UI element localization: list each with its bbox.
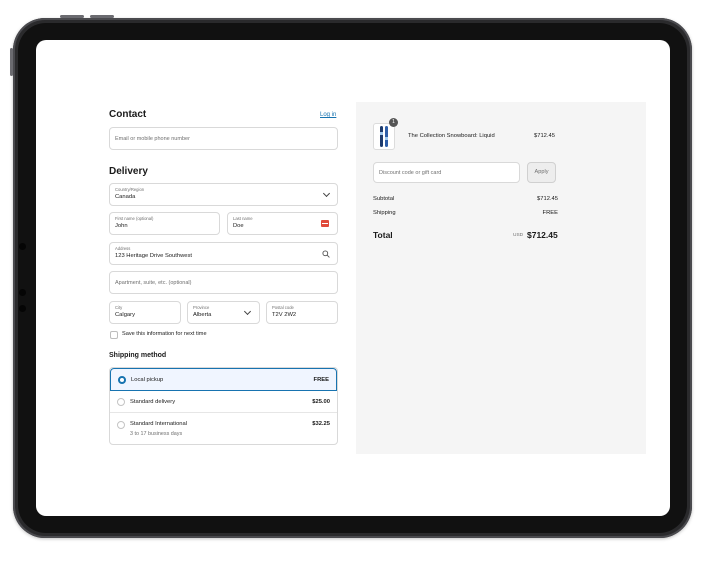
apartment-field[interactable]: Apartment, suite, etc. (optional) <box>109 271 338 294</box>
shipping-method-heading: Shipping method <box>109 352 167 359</box>
shipping-options: Local pickup FREE Standard delivery $25.… <box>109 367 338 445</box>
city-label: City <box>115 305 123 310</box>
product-thumbnail <box>373 123 395 150</box>
delivery-heading: Delivery <box>109 166 148 177</box>
order-summary-panel <box>356 102 646 454</box>
discount-placeholder: Discount code or gift card <box>379 170 442 176</box>
radio-icon[interactable] <box>117 398 125 406</box>
chevron-down-icon <box>243 307 252 316</box>
radio-icon[interactable] <box>117 421 125 429</box>
power-button <box>10 48 13 76</box>
subtotal-value: $712.45 <box>537 196 558 202</box>
first-name-field[interactable]: First name (optional) John <box>109 212 220 235</box>
shipping-option-price: $32.25 <box>312 421 330 427</box>
subtotal-label: Subtotal <box>373 196 395 202</box>
search-icon[interactable] <box>322 250 330 258</box>
address-label: Address <box>115 246 131 251</box>
sensor-icon <box>19 289 26 296</box>
postal-code-value: T2V 2W2 <box>272 312 297 318</box>
login-link[interactable]: Log in <box>320 112 336 118</box>
address-value: 123 Heritage Drive Southwest <box>115 253 193 259</box>
city-field[interactable]: City Calgary <box>109 301 181 324</box>
last-name-label: Last name <box>233 216 253 221</box>
shipping-label: Shipping <box>373 210 396 216</box>
province-label: Province <box>193 305 210 310</box>
checkout-screen: Contact Log in Email or mobile phone num… <box>36 40 670 516</box>
first-name-label: First name (optional) <box>115 216 154 221</box>
volume-button <box>60 15 84 18</box>
city-value: Calgary <box>115 312 135 318</box>
shipping-option-price: $25.00 <box>312 399 330 405</box>
chevron-down-icon <box>322 189 331 198</box>
save-info-checkbox[interactable] <box>110 331 118 339</box>
sensor-icon <box>19 305 26 312</box>
total-label: Total <box>373 230 393 240</box>
country-value: Canada <box>115 194 136 200</box>
country-label: Country/Region <box>115 187 145 192</box>
autofill-icon[interactable] <box>321 220 329 227</box>
total-value: $712.45 <box>527 230 558 240</box>
apartment-placeholder: Apartment, suite, etc. (optional) <box>115 280 192 286</box>
shipping-option-duration: 3 to 17 business days <box>130 431 183 437</box>
camera-icon <box>19 243 26 250</box>
discount-code-input[interactable]: Discount code or gift card <box>373 162 520 183</box>
last-name-value: Doe <box>233 223 244 229</box>
shipping-option-standard[interactable]: Standard delivery $25.00 <box>110 391 337 413</box>
apply-button[interactable]: Apply <box>527 162 556 183</box>
product-name: The Collection Snowboard: Liquid <box>408 133 495 139</box>
last-name-field[interactable]: Last name Doe <box>227 212 338 235</box>
email-field[interactable]: Email or mobile phone number <box>109 127 338 150</box>
radio-selected-icon[interactable] <box>118 376 126 384</box>
first-name-value: John <box>115 223 128 229</box>
postal-code-label: Postal code <box>272 305 294 310</box>
shipping-option-name: Standard delivery <box>130 399 176 405</box>
shipping-value: FREE <box>542 210 558 216</box>
address-field[interactable]: Address 123 Heritage Drive Southwest <box>109 242 338 265</box>
province-value: Alberta <box>193 312 212 318</box>
save-info-label: Save this information for next time <box>122 331 207 337</box>
volume-button <box>90 15 114 18</box>
shipping-option-local-pickup[interactable]: Local pickup FREE <box>110 368 337 391</box>
quantity-badge: 1 <box>389 118 398 127</box>
shipping-option-name: Local pickup <box>131 377 164 383</box>
shipping-option-international[interactable]: Standard International 3 to 17 business … <box>110 413 337 444</box>
shipping-option-name: Standard International <box>130 421 188 427</box>
total-currency: USD <box>513 233 524 238</box>
country-select[interactable]: Country/Region Canada <box>109 183 338 206</box>
province-select[interactable]: Province Alberta <box>187 301 260 324</box>
shipping-option-price: FREE <box>313 377 329 383</box>
postal-code-field[interactable]: Postal code T2V 2W2 <box>266 301 338 324</box>
email-placeholder: Email or mobile phone number <box>115 136 190 142</box>
contact-heading: Contact <box>109 109 147 120</box>
product-price: $712.45 <box>534 133 555 139</box>
